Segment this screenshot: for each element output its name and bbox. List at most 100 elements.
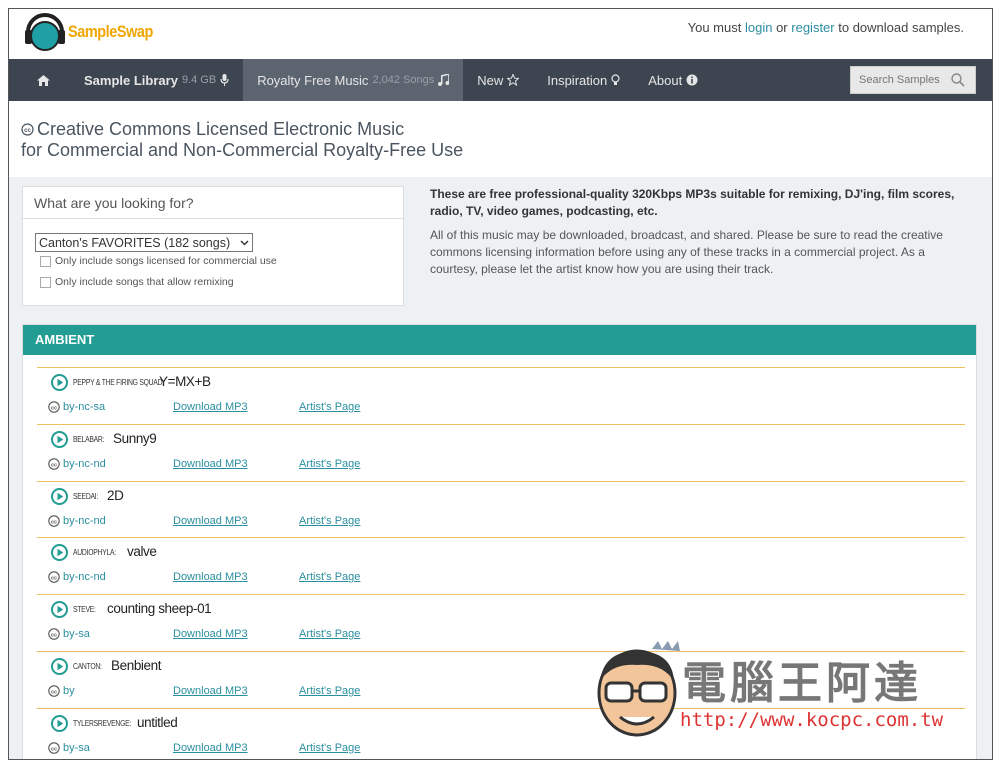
remix-option[interactable]: Only include songs that allow remixing: [40, 276, 234, 288]
download-mp3-link[interactable]: Download MP3: [173, 742, 248, 754]
artist-page-link[interactable]: Artist's Page: [299, 515, 360, 527]
play-icon[interactable]: [51, 430, 68, 453]
creative-commons-icon: cc: [48, 571, 60, 584]
artist-page-link[interactable]: Artist's Page: [299, 628, 360, 640]
playlist-select-value: Canton's FAVORITES (182 songs): [39, 235, 231, 250]
search-icon[interactable]: [951, 73, 965, 87]
track-license-label: by-nc-nd: [63, 571, 106, 584]
track-row: AUDIOPHYLA: valve cc by-nc-nd Download MP3 Ar…: [37, 537, 965, 594]
watermark-url: http://www.kocpc.com.tw: [680, 709, 944, 731]
play-icon[interactable]: [51, 714, 68, 737]
track-title[interactable]: Sunny9: [113, 431, 157, 446]
track-artist[interactable]: AUDIOPHYLA:: [73, 548, 116, 557]
track-row: BELABAR: Sunny9 cc by-nc-nd Download MP3 Arti…: [37, 423, 965, 481]
artist-page-link[interactable]: Artist's Page: [299, 685, 360, 697]
commercial-use-checkbox[interactable]: [40, 255, 51, 267]
track-license[interactable]: cc by-nc-sa: [48, 401, 105, 413]
lightbulb-icon: [611, 74, 620, 85]
svg-text:cc: cc: [51, 632, 57, 638]
artist-page-link[interactable]: Artist's Page: [299, 742, 360, 754]
artist-page-link[interactable]: Artist's Page: [299, 571, 360, 583]
nav-inspiration-label: Inspiration: [547, 72, 608, 88]
track-artist[interactable]: SEEDAI:: [73, 492, 98, 501]
logo-text: SampleSwap: [68, 22, 153, 41]
download-mp3-link[interactable]: Download MP3: [173, 685, 248, 697]
track-license[interactable]: cc by-sa: [48, 628, 90, 640]
chevron-down-icon: [240, 239, 249, 246]
watermark-title: 電腦王阿達: [682, 658, 922, 709]
microphone-icon: [220, 74, 229, 86]
creative-commons-icon: cc: [48, 514, 60, 527]
download-mp3-link[interactable]: Download MP3: [173, 515, 248, 527]
download-mp3-link[interactable]: Download MP3: [173, 571, 248, 583]
nav-home[interactable]: [9, 59, 70, 101]
track-license[interactable]: cc by-nc-nd: [48, 515, 106, 527]
info-icon: [686, 74, 698, 86]
track-artist[interactable]: STEVE:: [73, 605, 96, 614]
account-or: or: [776, 20, 788, 35]
track-license[interactable]: cc by: [48, 685, 75, 697]
svg-text:cc: cc: [24, 128, 31, 134]
creative-commons-icon: cc: [48, 458, 60, 470]
track-title[interactable]: Benbient: [111, 658, 162, 673]
track-artist[interactable]: BELABAR:: [73, 435, 104, 444]
track-title[interactable]: counting sheep-01: [107, 601, 212, 616]
search-input[interactable]: [859, 74, 951, 86]
intro-body: All of this music may be downloaded, bro…: [430, 228, 943, 276]
account-prefix: You must: [687, 20, 742, 35]
section-header: AMBIENT: [23, 325, 976, 355]
svg-text:cc: cc: [51, 405, 57, 411]
play-icon[interactable]: [51, 544, 68, 566]
track-artist[interactable]: PEPPY & THE FIRING SQUAD:: [73, 378, 164, 387]
play-icon[interactable]: [51, 374, 68, 396]
creative-commons-icon: cc: [48, 401, 60, 413]
remix-label: Only include songs that allow remixing: [55, 276, 234, 288]
mascot-face-icon: [597, 641, 680, 737]
nav-about[interactable]: About: [634, 59, 712, 101]
download-mp3-link[interactable]: Download MP3: [173, 401, 248, 413]
download-mp3-link[interactable]: Download MP3: [173, 458, 248, 470]
svg-text:cc: cc: [51, 746, 57, 752]
track-license[interactable]: cc by-nc-nd: [48, 458, 106, 470]
svg-text:cc: cc: [51, 689, 57, 695]
nav-about-label: About: [648, 72, 683, 88]
artist-page-link[interactable]: Artist's Page: [299, 458, 360, 470]
register-link[interactable]: register: [791, 20, 834, 35]
nav-sample-library[interactable]: Sample Library 9.4 GB: [70, 59, 243, 101]
commercial-use-option[interactable]: Only include songs licensed for commerci…: [40, 255, 277, 267]
watermark: 電腦王阿達 http://www.kocpc.com.tw: [592, 637, 952, 742]
track-license-label: by-nc-nd: [63, 457, 106, 470]
track-row: SEEDAI: 2D cc by-nc-nd Download MP3 Artist's …: [37, 480, 965, 538]
artist-page-link[interactable]: Artist's Page: [299, 401, 360, 413]
playlist-select[interactable]: Canton's FAVORITES (182 songs): [35, 233, 253, 252]
track-license-label: by-sa: [63, 628, 90, 641]
account-suffix: to download samples.: [838, 20, 964, 35]
search-box[interactable]: [850, 66, 976, 94]
track-license[interactable]: cc by-sa: [48, 742, 90, 754]
play-icon[interactable]: [51, 657, 68, 680]
play-icon[interactable]: [51, 487, 68, 510]
track-artist[interactable]: CANTON:: [73, 662, 102, 671]
creative-commons-icon: cc: [48, 685, 60, 697]
site-logo[interactable]: SampleSwap: [23, 12, 168, 52]
svg-text:cc: cc: [51, 462, 57, 468]
creative-commons-icon: cc: [48, 628, 60, 640]
commercial-use-label: Only include songs licensed for commerci…: [55, 255, 277, 267]
track-license-label: by-sa: [63, 741, 90, 754]
track-title[interactable]: Y=MX+B: [159, 374, 211, 389]
nav-inspiration[interactable]: Inspiration: [533, 59, 634, 101]
nav-new[interactable]: New: [463, 59, 533, 101]
track-title[interactable]: valve: [127, 544, 157, 559]
play-icon[interactable]: [51, 601, 68, 623]
login-link[interactable]: login: [745, 20, 772, 35]
track-title[interactable]: untitled: [137, 715, 178, 730]
home-icon: [37, 74, 50, 86]
track-row: PEPPY & THE FIRING SQUAD: Y=MX+B cc by-nc-s…: [37, 367, 965, 424]
track-title[interactable]: 2D: [107, 488, 124, 503]
track-license[interactable]: cc by-nc-nd: [48, 571, 106, 583]
remix-checkbox[interactable]: [40, 276, 51, 288]
nav-royalty-free-music[interactable]: Royalty Free Music 2,042 Songs: [243, 59, 464, 101]
main-nav: Sample Library 9.4 GB Royalty Free Music…: [9, 59, 992, 101]
download-mp3-link[interactable]: Download MP3: [173, 628, 248, 640]
track-artist[interactable]: TYLERSREVENGE:: [73, 719, 131, 728]
